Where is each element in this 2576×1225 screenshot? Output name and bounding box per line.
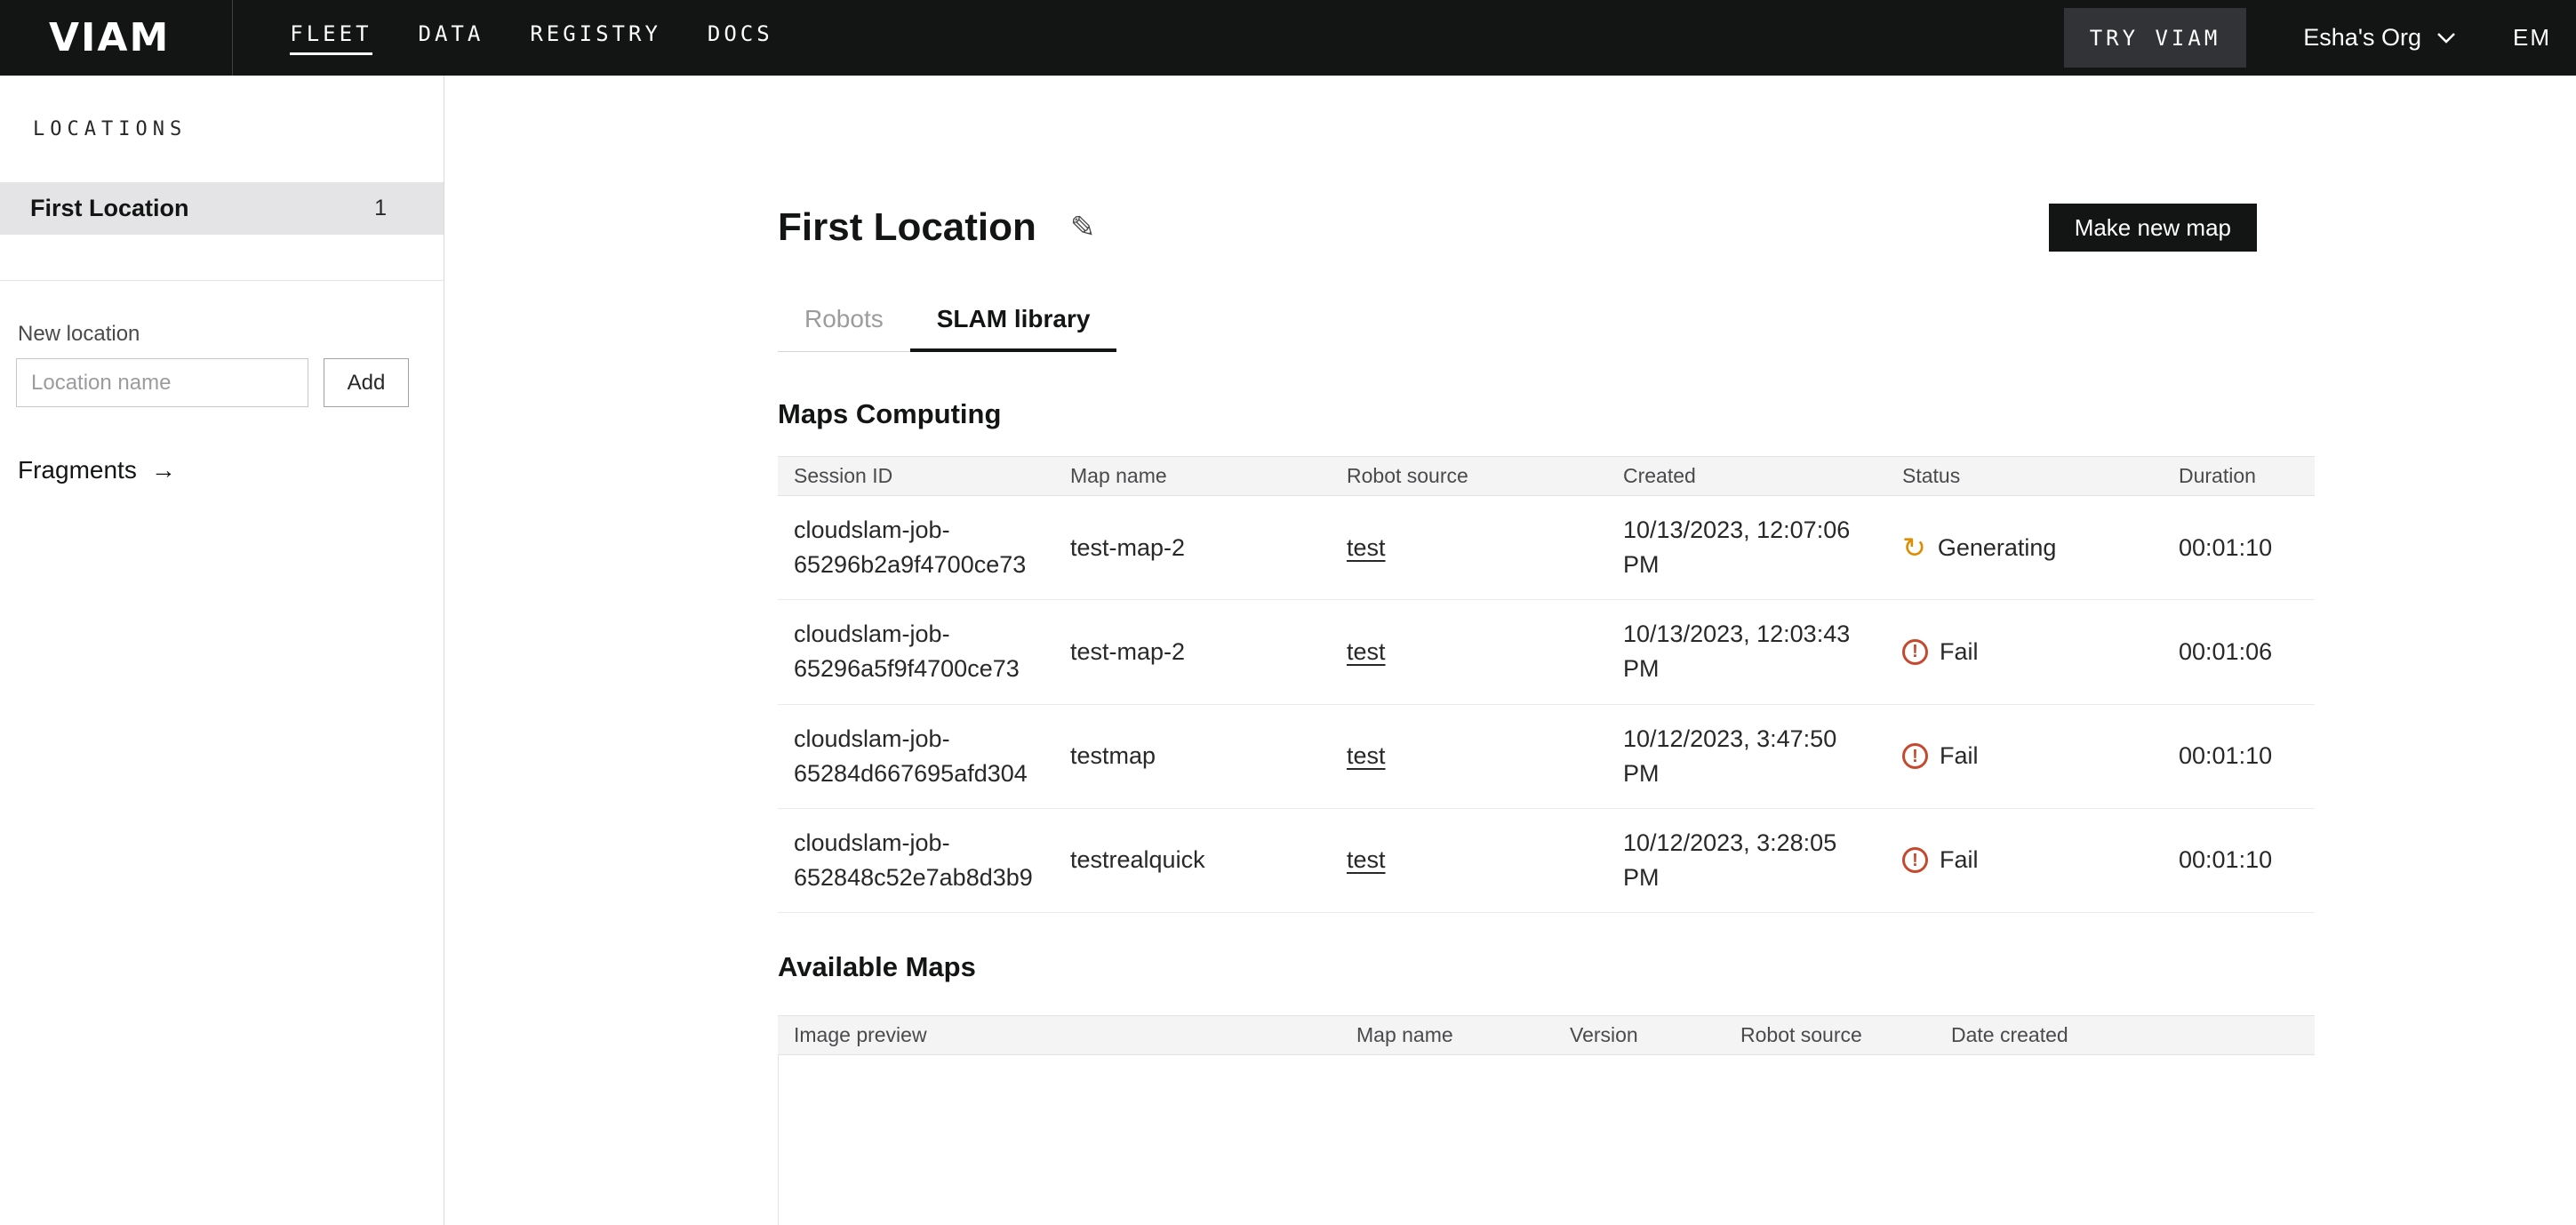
make-new-map-button[interactable]: Make new map [2049, 204, 2257, 252]
status-label: Fail [1940, 635, 1979, 669]
available-maps-table: Image preview Map name Version Robot sou… [778, 1015, 2315, 1225]
chevron-down-icon [2436, 32, 2456, 44]
created-cell: 10/13/2023, 12:03:43 PM [1607, 617, 1886, 686]
table-row: cloudslam-job-652848c52e7ab8d3b9 testrea… [778, 809, 2315, 913]
available-maps-empty-body [778, 1055, 2315, 1225]
fail-icon [1902, 743, 1928, 769]
top-navbar: VIAM FLEET DATA REGISTRY DOCS TRY VIAM E… [0, 0, 2576, 76]
nav-divider [232, 0, 233, 76]
user-initials[interactable]: EM [2513, 24, 2551, 52]
status-label: Fail [1940, 739, 1979, 773]
edit-title-icon[interactable] [1070, 210, 1096, 245]
duration-cell: 00:01:10 [2163, 843, 2315, 877]
column-header-status: Status [1886, 464, 2163, 488]
status-cell: Generating [1886, 531, 2163, 565]
column-header-version: Version [1554, 1023, 1724, 1047]
status-cell: Fail [1886, 843, 2163, 877]
duration-cell: 00:01:06 [2163, 635, 2315, 669]
session-id-cell: cloudslam-job-65296b2a9f4700ce73 [778, 513, 1054, 582]
location-name-input[interactable] [16, 358, 308, 407]
maps-computing-header-row: Session ID Map name Robot source Created… [778, 456, 2315, 496]
created-cell: 10/12/2023, 3:28:05 PM [1607, 826, 1886, 895]
location-name: First Location [30, 195, 189, 222]
table-row: cloudslam-job-65284d667695afd304 testmap… [778, 705, 2315, 809]
add-location-button[interactable]: Add [324, 358, 409, 407]
column-header-map-name: Map name [1054, 464, 1331, 488]
page-title: First Location [778, 205, 1036, 250]
try-viam-button[interactable]: TRY VIAM [2064, 8, 2247, 68]
org-switcher[interactable]: Esha's Org [2303, 24, 2456, 52]
nav-item-docs[interactable]: DOCS [708, 21, 773, 55]
main-content: First Location Make new map Robots SLAM … [444, 76, 2576, 1225]
robot-source-link[interactable]: test [1347, 846, 1386, 873]
column-header-created: Created [1607, 464, 1886, 488]
tab-robots[interactable]: Robots [778, 305, 910, 352]
map-name-cell: test-map-2 [1054, 531, 1331, 565]
new-location-row: Add [16, 358, 444, 407]
created-cell: 10/13/2023, 12:07:06 PM [1607, 513, 1886, 582]
fail-icon [1902, 639, 1928, 665]
fragments-label: Fragments [18, 456, 137, 484]
column-header-robot-source: Robot source [1724, 1023, 1935, 1047]
viam-logo[interactable]: VIAM [49, 15, 170, 60]
column-header-image-preview: Image preview [778, 1023, 1340, 1047]
table-row: cloudslam-job-65296b2a9f4700ce73 test-ma… [778, 496, 2315, 600]
status-cell: Fail [1886, 739, 2163, 773]
locations-heading: LOCATIONS [0, 118, 444, 140]
fragments-link[interactable]: Fragments → [18, 456, 176, 484]
map-name-cell: testmap [1054, 739, 1331, 773]
nav-item-data[interactable]: DATA [419, 21, 484, 55]
session-id-cell: cloudslam-job-65296a5f9f4700ce73 [778, 617, 1054, 686]
status-label: Generating [1938, 531, 2057, 565]
app-page: VIAM FLEET DATA REGISTRY DOCS TRY VIAM E… [0, 0, 2576, 1225]
fail-icon [1902, 847, 1928, 873]
column-header-map-name: Map name [1340, 1023, 1554, 1047]
location-item-first-location[interactable]: First Location 1 [0, 182, 444, 235]
session-id-cell: cloudslam-job-65284d667695afd304 [778, 722, 1054, 791]
location-count: 1 [374, 196, 387, 221]
status-cell: Fail [1886, 635, 2163, 669]
available-maps-header-row: Image preview Map name Version Robot sou… [778, 1015, 2315, 1055]
body-layout: LOCATIONS First Location 1 New location … [0, 76, 2576, 1225]
column-header-duration: Duration [2163, 464, 2315, 488]
table-row: cloudslam-job-65296a5f9f4700ce73 test-ma… [778, 600, 2315, 704]
arrow-right-icon: → [151, 456, 176, 484]
maps-computing-table: Session ID Map name Robot source Created… [778, 456, 2315, 913]
column-header-date-created: Date created [1935, 1023, 2315, 1047]
navbar-right: TRY VIAM Esha's Org EM [2064, 8, 2551, 68]
tab-slam-library[interactable]: SLAM library [910, 305, 1117, 352]
org-name: Esha's Org [2303, 24, 2421, 52]
tab-bar: Robots SLAM library [778, 305, 1116, 352]
created-cell: 10/12/2023, 3:47:50 PM [1607, 722, 1886, 791]
column-header-robot-source: Robot source [1331, 464, 1607, 488]
robot-source-link[interactable]: test [1347, 534, 1386, 561]
map-name-cell: test-map-2 [1054, 635, 1331, 669]
available-maps-heading: Available Maps [778, 951, 2315, 983]
nav-item-fleet[interactable]: FLEET [290, 21, 372, 55]
nav-item-registry[interactable]: REGISTRY [530, 21, 661, 55]
title-row: First Location Make new map [778, 205, 2315, 250]
new-location-label: New location [18, 322, 444, 347]
content-column: First Location Make new map Robots SLAM … [778, 205, 2315, 1225]
session-id-cell: cloudslam-job-652848c52e7ab8d3b9 [778, 826, 1054, 895]
locations-sidebar: LOCATIONS First Location 1 New location … [0, 76, 444, 1225]
map-name-cell: testrealquick [1054, 843, 1331, 877]
duration-cell: 00:01:10 [2163, 739, 2315, 773]
sidebar-divider [0, 280, 444, 281]
robot-source-link[interactable]: test [1347, 742, 1386, 769]
generating-icon [1902, 533, 1926, 562]
maps-computing-heading: Maps Computing [778, 398, 2315, 430]
primary-nav: FLEET DATA REGISTRY DOCS [290, 21, 772, 55]
status-label: Fail [1940, 843, 1979, 877]
column-header-session-id: Session ID [778, 464, 1054, 488]
robot-source-link[interactable]: test [1347, 638, 1386, 665]
duration-cell: 00:01:10 [2163, 531, 2315, 565]
